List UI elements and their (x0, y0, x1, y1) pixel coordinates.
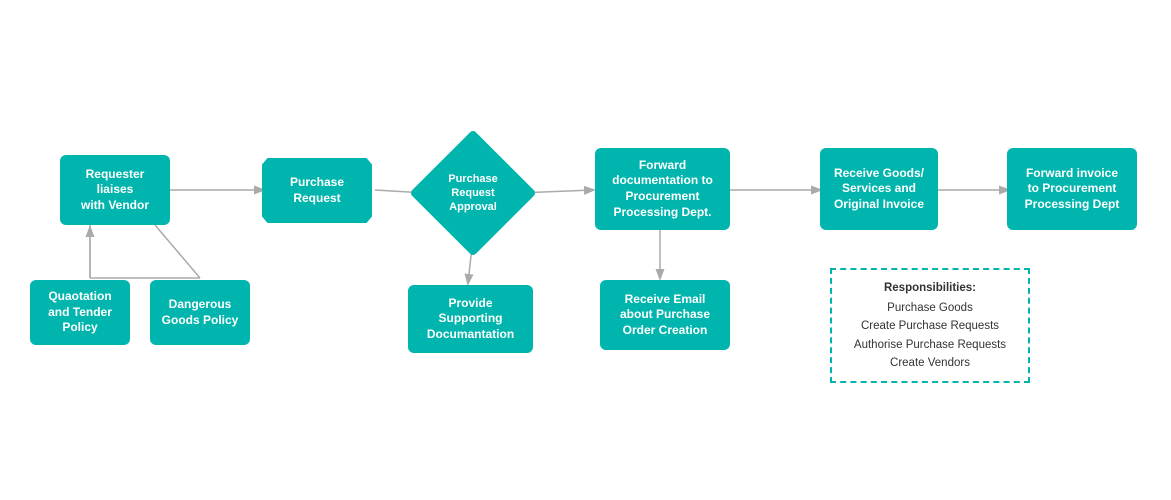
provide-doc-label: Provide Supporting Documantation (427, 296, 514, 343)
dangerous-label: Dangerous Goods Policy (162, 297, 239, 328)
resp-item-3: Authorise Purchase Requests (854, 336, 1006, 354)
receive-email-shape: Receive Email about Purchase Order Creat… (600, 280, 730, 350)
diagram: Requester liaises with Vendor Quaotation… (0, 0, 1171, 500)
forward-invoice-shape: Forward invoice to Procurement Processin… (1007, 148, 1137, 230)
purchase-request-shape: Purchase Request (262, 158, 372, 223)
responsibilities-box: Responsibilities: Purchase Goods Create … (830, 268, 1030, 383)
receive-email-label: Receive Email about Purchase Order Creat… (620, 292, 710, 339)
dangerous-shape: Dangerous Goods Policy (150, 280, 250, 345)
forward-doc-shape: Forward documentation to Procurement Pro… (595, 148, 730, 230)
connectors (0, 0, 1171, 500)
provide-doc-shape: Provide Supporting Documantation (408, 285, 533, 353)
responsibilities-title: Responsibilities: (884, 279, 976, 297)
requester-label: Requester liaises with Vendor (81, 167, 149, 214)
resp-item-2: Create Purchase Requests (861, 317, 999, 335)
resp-item-4: Create Vendors (890, 354, 970, 372)
forward-doc-label: Forward documentation to Procurement Pro… (612, 158, 713, 220)
quotation-shape: Quaotation and Tender Policy (30, 280, 130, 345)
receive-goods-shape: Receive Goods/ Services and Original Inv… (820, 148, 938, 230)
purchase-approval-shape: Purchase Request Approval (428, 148, 518, 238)
purchase-approval-label: Purchase Request Approval (428, 172, 518, 215)
resp-item-1: Purchase Goods (887, 299, 973, 317)
quotation-label: Quaotation and Tender Policy (48, 289, 112, 336)
purchase-request-label: Purchase Request (290, 175, 344, 206)
receive-goods-label: Receive Goods/ Services and Original Inv… (834, 166, 924, 213)
requester-shape: Requester liaises with Vendor (60, 155, 170, 225)
forward-invoice-label: Forward invoice to Procurement Processin… (1025, 166, 1120, 213)
